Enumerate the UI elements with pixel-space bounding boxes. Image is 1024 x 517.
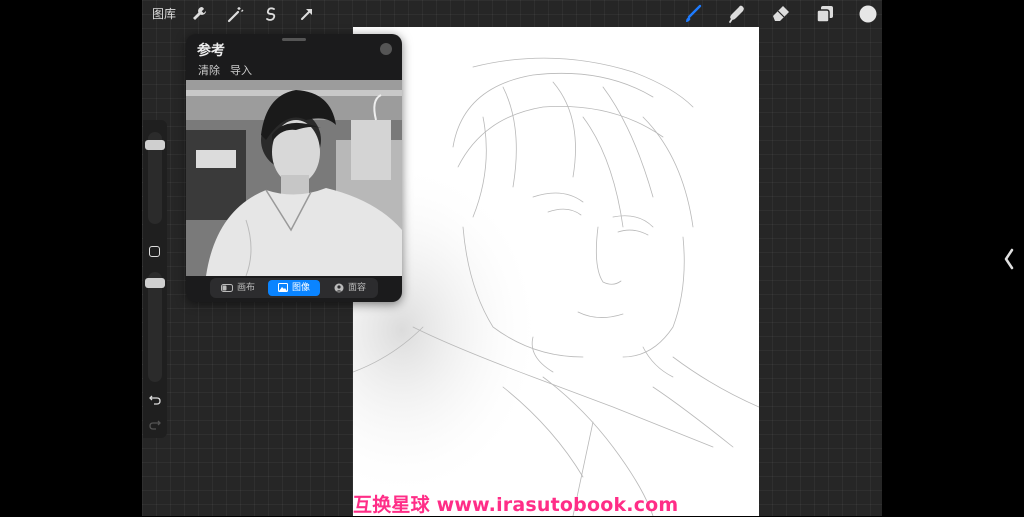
transform-arrow-icon[interactable]: [297, 4, 317, 24]
reference-photo: [186, 80, 402, 276]
import-button[interactable]: 导入: [230, 62, 252, 78]
magic-wand-icon[interactable]: [225, 4, 245, 24]
color-icon[interactable]: [858, 4, 878, 24]
drag-handle[interactable]: [282, 38, 306, 41]
opacity-handle[interactable]: [145, 278, 165, 288]
gallery-button[interactable]: 图库: [152, 5, 176, 22]
image-icon: [277, 283, 288, 292]
line-sketch: [353, 27, 759, 516]
reference-mode-segment: 画布 图像 面容: [210, 278, 378, 298]
opacity-slider[interactable]: [145, 272, 165, 382]
reference-panel: 参考 清除 导入 画布 图像 面容: [186, 34, 402, 302]
top-toolbar: 图库: [142, 0, 882, 27]
brush-icon[interactable]: [683, 4, 703, 24]
face-icon: [334, 283, 344, 292]
brush-size-handle[interactable]: [145, 140, 165, 150]
undo-icon[interactable]: [148, 392, 162, 406]
brush-size-slider[interactable]: [145, 132, 165, 224]
watermark-text: 互换星球 www.irasutobook.com: [353, 494, 679, 516]
tab-canvas-label: 画布: [236, 283, 255, 293]
chevron-left-icon[interactable]: [1002, 247, 1016, 271]
side-slider-bar: [143, 120, 167, 438]
tab-face[interactable]: 面容: [324, 280, 376, 296]
selection-icon[interactable]: [261, 4, 281, 24]
modify-button[interactable]: [149, 246, 160, 257]
reference-title: 参考: [197, 43, 225, 59]
procreate-workspace: 图库 参考 清除 导入 画布 图像 面容: [142, 0, 882, 516]
clear-button[interactable]: 清除: [198, 62, 220, 78]
drawing-canvas[interactable]: [353, 27, 759, 516]
close-icon[interactable]: [380, 43, 392, 55]
tab-image[interactable]: 图像: [268, 280, 320, 296]
eraser-icon[interactable]: [771, 4, 791, 24]
canvas-toggle-icon: [220, 283, 233, 292]
tab-image-label: 图像: [291, 283, 310, 293]
wrench-icon[interactable]: [189, 4, 209, 24]
smudge-icon[interactable]: [727, 4, 747, 24]
layers-icon[interactable]: [815, 4, 835, 24]
tab-face-label: 面容: [347, 283, 366, 293]
tab-canvas[interactable]: 画布: [212, 280, 264, 296]
redo-icon[interactable]: [148, 417, 162, 431]
